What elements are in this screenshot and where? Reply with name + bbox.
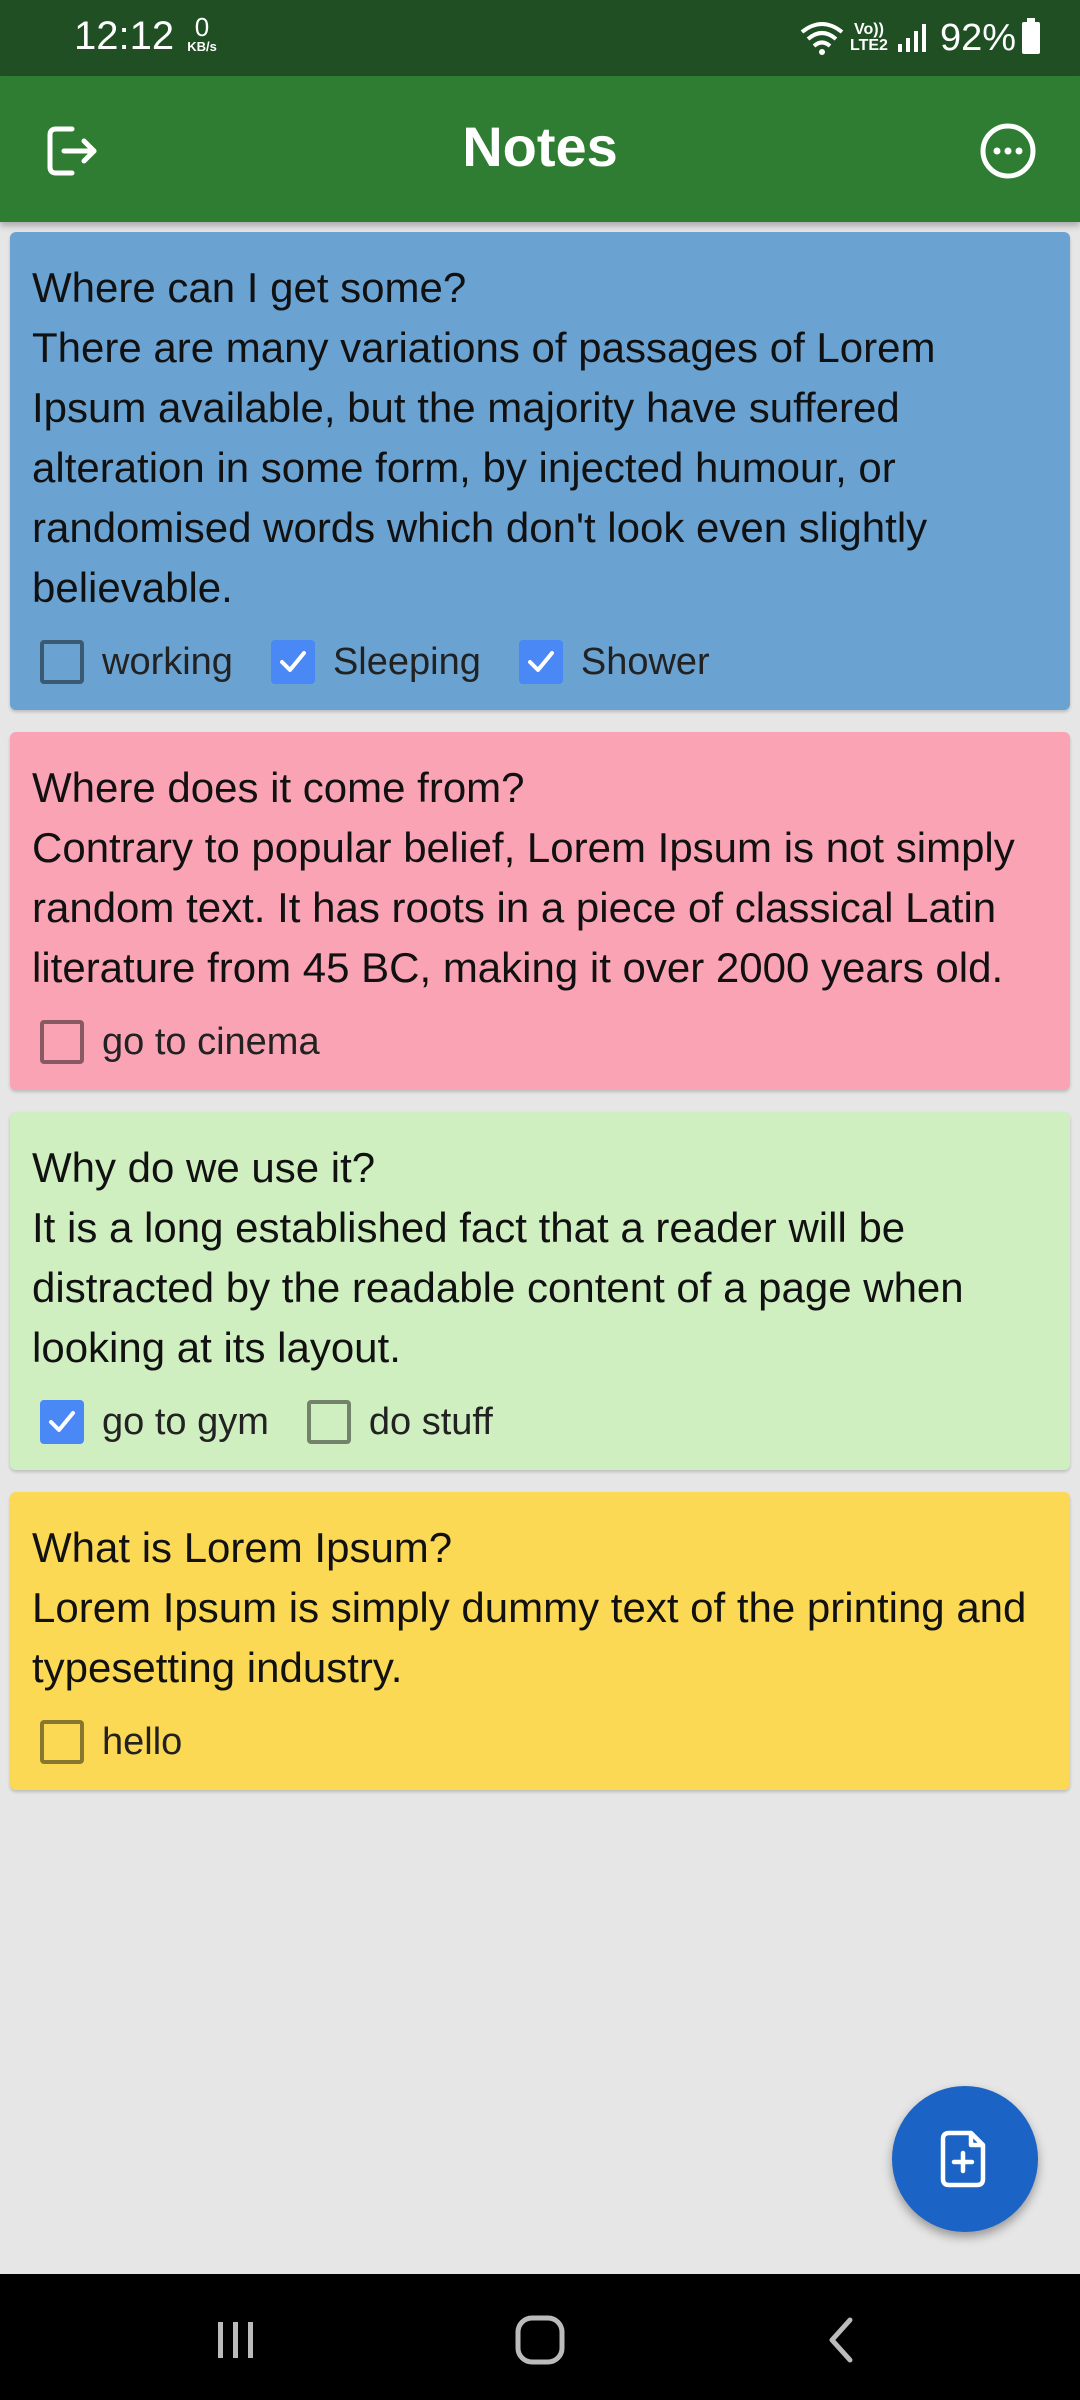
net-speed-unit: KB/s: [187, 39, 217, 54]
note-body: Contrary to popular belief, Lorem Ipsum …: [32, 824, 1015, 991]
note-title: What is Lorem Ipsum?: [32, 1524, 453, 1571]
checklist-item-label: Shower: [580, 640, 710, 683]
checklist: working Sleeping Shower: [32, 634, 1048, 690]
note-title: Where does it come from?: [32, 764, 525, 811]
status-bar: 12:12 0 KB/s Vo)) LTE2 92%: [0, 0, 1080, 76]
checkbox-checked[interactable]: [518, 640, 563, 684]
checkmark-icon: [49, 1411, 75, 1432]
status-icons: Vo)) LTE2 92%: [800, 14, 1040, 62]
checklist-item-label: go to cinema: [102, 1020, 320, 1063]
battery-percent: 92%: [939, 16, 1016, 59]
note-card[interactable]: Why do we use it? It is a long establishe…: [10, 1112, 1070, 1470]
checkbox-checked[interactable]: [40, 1400, 84, 1444]
checklist-item[interactable]: Sleeping: [263, 640, 481, 684]
checklist-item-label: do stuff: [368, 1400, 493, 1443]
app-bar: Notes: [0, 76, 1080, 222]
checklist-item-label: hello: [102, 1720, 183, 1763]
add-note-icon: [940, 2130, 986, 2188]
note-title: Where can I get some?: [32, 264, 467, 311]
signal-icon: [897, 24, 926, 52]
checkbox-unchecked[interactable]: [40, 1720, 84, 1764]
page-title: Notes: [462, 115, 618, 178]
wifi-icon: [800, 22, 844, 55]
checklist: hello: [32, 1714, 1048, 1770]
checkbox-unchecked[interactable]: [306, 1400, 351, 1444]
net-speed: 0 KB/s: [182, 14, 222, 53]
checklist-item[interactable]: do stuff: [299, 1400, 493, 1444]
checkmark-icon: [279, 651, 306, 672]
checkmark-icon: [527, 651, 554, 672]
notes-list: Where can I get some? There are many vari…: [10, 232, 1070, 1812]
home-icon[interactable]: [510, 2312, 570, 2368]
battery-icon: [1022, 18, 1040, 54]
note-body: It is a long established fact that a rea…: [32, 1204, 964, 1371]
checkbox-checked[interactable]: [270, 640, 315, 684]
checkbox-unchecked[interactable]: [40, 640, 84, 684]
note-card[interactable]: Where does it come from? Contrary to popu…: [10, 732, 1070, 1090]
checklist-item[interactable]: go to cinema: [32, 1020, 320, 1064]
checklist-item[interactable]: Shower: [511, 640, 710, 684]
checkbox-unchecked[interactable]: [40, 1020, 84, 1064]
note-body: There are many variations of passages of…: [32, 324, 936, 611]
status-time: 12:12: [74, 14, 175, 58]
note-card[interactable]: What is Lorem Ipsum? Lorem Ipsum is simpl…: [10, 1492, 1070, 1790]
net-speed-value: 0: [194, 12, 210, 42]
recent-apps-icon[interactable]: [206, 2312, 266, 2368]
checklist: go to cinema: [32, 1014, 1048, 1070]
checklist-item-label: go to gym: [102, 1400, 269, 1443]
add-note-button[interactable]: [892, 2086, 1038, 2232]
system-nav-bar: [0, 2274, 1080, 2400]
note-card[interactable]: Where can I get some? There are many vari…: [10, 232, 1070, 710]
checklist-item-label: working: [102, 640, 233, 683]
note-body: Lorem Ipsum is simply dummy text of the …: [32, 1584, 1027, 1691]
network-type: Vo)) LTE2: [850, 21, 888, 54]
back-icon[interactable]: [812, 2312, 872, 2368]
checklist-item[interactable]: hello: [32, 1720, 182, 1764]
note-title: Why do we use it?: [32, 1144, 376, 1191]
checklist-item[interactable]: go to gym: [32, 1400, 269, 1444]
checklist-item-label: Sleeping: [332, 640, 481, 683]
checklist: go to gym do stuff: [32, 1394, 1048, 1450]
more-options-icon[interactable]: [978, 121, 1038, 181]
checklist-item[interactable]: working: [32, 640, 233, 684]
